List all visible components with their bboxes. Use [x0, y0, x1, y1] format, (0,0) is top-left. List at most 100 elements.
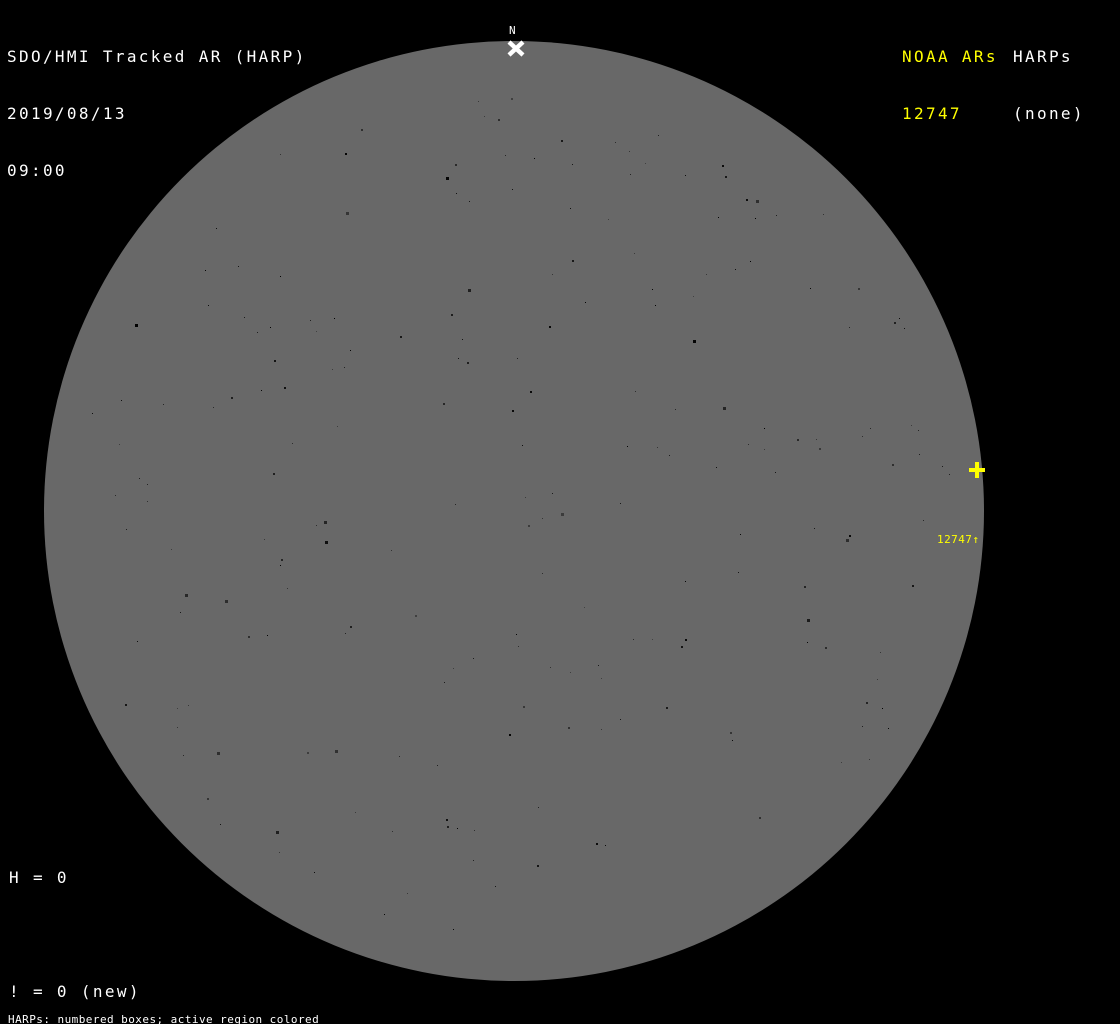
- status-legend-spacer: [9, 925, 237, 944]
- harps-column: HARPs (none): [1013, 9, 1085, 161]
- disk-speckle: [344, 367, 345, 368]
- disk-speckle: [512, 189, 513, 190]
- disk-speckle: [862, 436, 863, 437]
- disk-speckle: [225, 600, 228, 603]
- noaa-ar-number-label: 12747↑: [937, 533, 979, 546]
- disk-speckle: [467, 362, 469, 364]
- disk-speckle: [392, 831, 393, 832]
- disk-speckle: [484, 116, 485, 117]
- plot-title: SDO/HMI Tracked AR (HARP): [7, 47, 307, 66]
- disk-speckle: [474, 830, 475, 831]
- disk-speckle: [888, 728, 889, 729]
- disk-speckle: [147, 501, 148, 502]
- disk-speckle: [882, 708, 883, 709]
- disk-speckle: [261, 390, 262, 391]
- disk-speckle: [652, 639, 653, 640]
- disk-speckle: [125, 704, 127, 706]
- disk-speckle: [324, 521, 327, 524]
- disk-speckle: [511, 98, 513, 100]
- disk-speckle: [605, 845, 606, 846]
- disk-speckle: [462, 339, 463, 340]
- disk-speckle: [516, 634, 517, 635]
- disk-speckle: [596, 843, 598, 845]
- disk-speckle: [400, 336, 402, 338]
- harps-heading: HARPs: [1013, 47, 1085, 66]
- disk-speckle: [284, 387, 286, 389]
- disk-speckle: [561, 140, 563, 142]
- disk-speckle: [280, 276, 281, 277]
- disk-speckle: [675, 409, 676, 410]
- disk-speckle: [163, 404, 164, 405]
- disk-speckle: [534, 158, 535, 159]
- disk-speckle: [115, 495, 116, 496]
- disk-speckle: [810, 288, 811, 289]
- disk-speckle: [270, 327, 271, 328]
- disk-speckle: [756, 200, 759, 203]
- disk-speckle: [730, 732, 732, 734]
- disk-speckle: [918, 430, 919, 431]
- disk-speckle: [183, 755, 184, 756]
- disk-speckle: [498, 119, 500, 121]
- disk-speckle: [846, 539, 849, 542]
- disk-speckle: [570, 672, 571, 673]
- disk-speckle: [706, 274, 707, 275]
- disk-speckle: [415, 615, 417, 617]
- disk-speckle: [601, 729, 602, 730]
- footer-harps-note: HARPs: numbered boxes; active region col…: [8, 1013, 418, 1024]
- disk-speckle: [264, 539, 265, 540]
- disk-speckle: [267, 635, 268, 636]
- disk-speckle: [126, 529, 127, 530]
- disk-speckle: [522, 445, 523, 446]
- disk-speckle: [841, 762, 842, 763]
- disk-speckle: [525, 497, 526, 498]
- disk-speckle: [213, 407, 214, 408]
- disk-speckle: [722, 165, 724, 167]
- disk-speckle: [572, 164, 573, 165]
- disk-speckle: [598, 665, 599, 666]
- disk-speckle: [561, 513, 564, 516]
- disk-speckle: [814, 528, 815, 529]
- disk-speckle: [458, 358, 459, 359]
- disk-speckle: [870, 428, 871, 429]
- disk-speckle: [528, 525, 530, 527]
- disk-speckle: [797, 439, 799, 441]
- disk-speckle: [361, 129, 363, 131]
- disk-speckle: [216, 228, 217, 229]
- disk-speckle: [645, 163, 646, 164]
- disk-speckle: [949, 474, 950, 475]
- disk-speckle: [849, 535, 851, 537]
- disk-speckle: [738, 572, 739, 573]
- disk-speckle: [776, 215, 777, 216]
- disk-speckle: [627, 446, 628, 447]
- disk-speckle: [248, 636, 250, 638]
- disk-speckle: [281, 559, 283, 561]
- disk-speckle: [384, 914, 385, 915]
- disk-speckle: [469, 201, 470, 202]
- disk-speckle: [451, 314, 453, 316]
- disk-speckle: [473, 658, 474, 659]
- disk-speckle: [718, 217, 719, 218]
- disk-speckle: [685, 581, 686, 582]
- harps-value: (none): [1013, 104, 1085, 123]
- disk-speckle: [443, 403, 445, 405]
- disk-speckle: [335, 750, 338, 753]
- disk-speckle: [748, 444, 749, 445]
- disk-speckle: [819, 448, 821, 450]
- disk-speckle: [858, 288, 860, 290]
- disk-speckle: [310, 320, 311, 321]
- disk-speckle: [147, 484, 148, 485]
- disk-speckle: [257, 332, 258, 333]
- disk-speckle: [552, 493, 553, 494]
- disk-speckle: [681, 646, 683, 648]
- noaa-ars-column: NOAA ARs 12747: [902, 9, 998, 161]
- disk-speckle: [746, 199, 748, 201]
- plot-date: 2019/08/13: [7, 104, 307, 123]
- north-pole-label: N: [509, 24, 516, 37]
- disk-speckle: [171, 549, 172, 550]
- disk-speckle: [446, 819, 448, 821]
- disk-speckle: [669, 455, 670, 456]
- noaa-ar-cross-icon: [968, 461, 986, 479]
- disk-speckle: [518, 646, 519, 647]
- disk-speckle: [866, 702, 868, 704]
- disk-speckle: [457, 828, 458, 829]
